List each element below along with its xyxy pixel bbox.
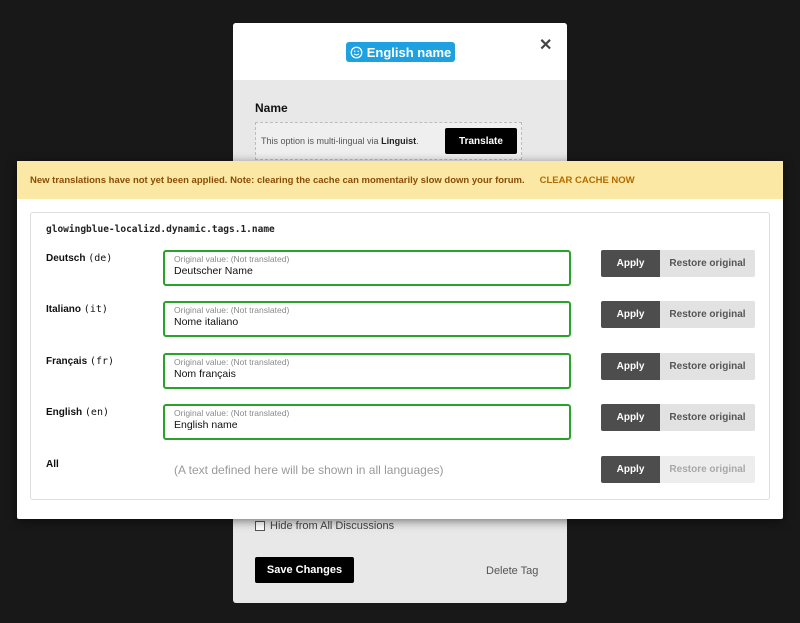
lang-row-it: Italiano (it) Original value: (Not trans… [31,301,769,342]
linguist-note-text: This option is multi-lingual via [261,136,379,146]
tag-badge: English name [346,42,455,62]
lang-row-all: All (A text defined here will be shown i… [31,456,769,497]
translation-input-fr[interactable]: Original value: (Not translated) Nom fra… [163,353,571,389]
apply-button[interactable]: Apply [601,250,660,277]
lang-label: Italiano (it) [46,304,108,315]
linguist-brand: Linguist [381,136,417,146]
lang-row-en: English (en) Original value: (Not transl… [31,404,769,445]
clear-cache-link[interactable]: CLEAR CACHE NOW [540,175,635,186]
hide-from-all-discussions[interactable]: Hide from All Discussions [255,520,394,532]
original-value-hint: Original value: (Not translated) [174,408,290,418]
hide-checkbox-label: Hide from All Discussions [270,520,395,532]
translation-editor: glowingblue-localizd.dynamic.tags.1.name… [30,212,770,500]
apply-button[interactable]: Apply [601,353,660,380]
delete-tag-link[interactable]: Delete Tag [486,565,538,577]
translation-value[interactable]: English name [174,419,560,431]
apply-button[interactable]: Apply [601,456,660,483]
translation-input-en[interactable]: Original value: (Not translated) English… [163,404,571,440]
restore-original-button: Restore original [660,456,755,483]
original-value-hint: Original value: (Not translated) [174,357,290,367]
translation-key: glowingblue-localizd.dynamic.tags.1.name [46,224,275,235]
translation-value[interactable]: Nom français [174,368,560,380]
tag-name: English name [366,44,452,60]
close-icon[interactable]: ✕ [539,35,552,55]
restore-original-button[interactable]: Restore original [660,250,755,277]
original-value-hint: Original value: (Not translated) [174,254,290,264]
lang-label: Deutsch (de) [46,253,113,264]
apply-button[interactable]: Apply [601,301,660,328]
translation-input-de[interactable]: Original value: (Not translated) Deutsch… [163,250,571,286]
save-changes-button[interactable]: Save Changes [255,557,354,583]
lang-label: Français (fr) [46,356,115,367]
lang-label-all: All [46,459,59,470]
modal-header: English name ✕ [233,23,567,80]
lang-row-fr: Français (fr) Original value: (Not trans… [31,353,769,394]
cache-notice: New translations have not yet been appli… [17,161,783,199]
restore-original-button[interactable]: Restore original [660,301,755,328]
lang-label: English (en) [46,407,109,418]
translation-panel: New translations have not yet been appli… [17,161,783,519]
restore-original-button[interactable]: Restore original [660,404,755,431]
original-value-hint: Original value: (Not translated) [174,305,290,315]
translation-value[interactable]: Deutscher Name [174,265,560,277]
linguist-note: This option is multi-lingual via Linguis… [255,122,522,160]
translation-value[interactable]: Nome italiano [174,316,560,328]
apply-button[interactable]: Apply [601,404,660,431]
checkbox[interactable] [255,521,265,531]
lang-row-de: Deutsch (de) Original value: (Not transl… [31,250,769,291]
translation-input-it[interactable]: Original value: (Not translated) Nome it… [163,301,571,337]
name-label: Name [255,101,288,115]
restore-original-button[interactable]: Restore original [660,353,755,380]
translate-button[interactable]: Translate [445,128,517,154]
all-languages-input[interactable]: (A text defined here will be shown in al… [174,463,444,477]
notice-text: New translations have not yet been appli… [30,174,525,186]
smiley-icon [350,46,363,58]
